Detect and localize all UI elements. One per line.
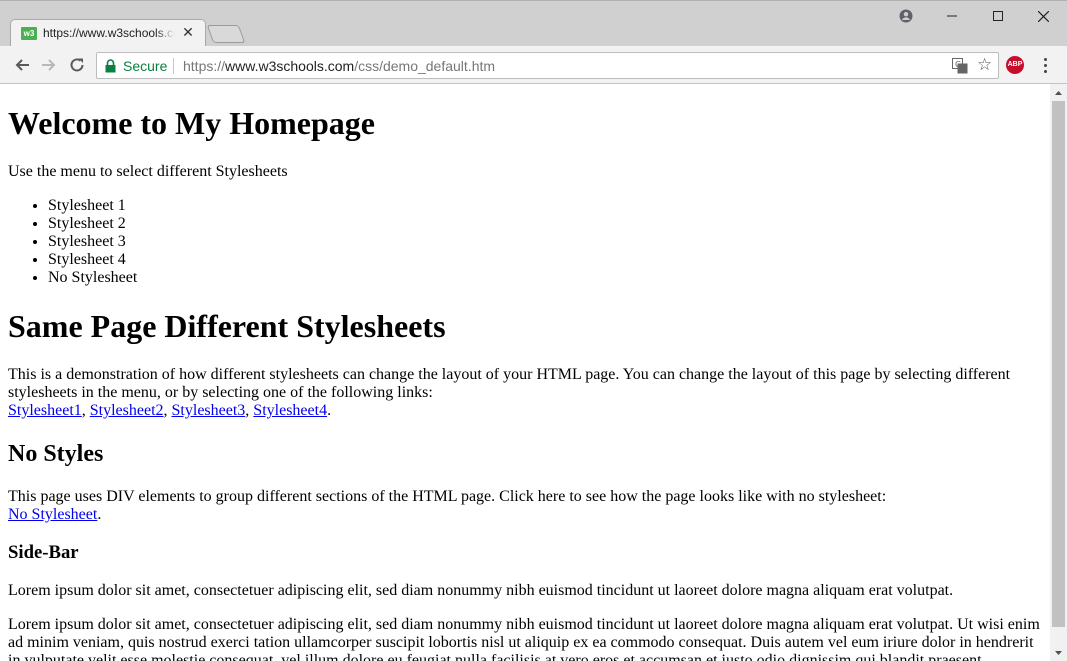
window-close-icon[interactable]: [1021, 3, 1065, 29]
period: .: [97, 506, 102, 523]
back-arrow-icon[interactable]: [12, 55, 32, 75]
translate-icon[interactable]: G: [952, 58, 968, 79]
secure-label: Secure: [123, 58, 168, 74]
browser-toolbar: Secure https://www.w3schools.com/css/dem…: [0, 46, 1067, 84]
page-title: Welcome to My Homepage: [8, 105, 375, 141]
lock-icon: [105, 59, 116, 78]
period: .: [327, 402, 332, 419]
menu-item-stylesheet-4[interactable]: Stylesheet 4: [48, 251, 1042, 269]
browser-tab[interactable]: w3 https://www.w3schools.co ✕: [10, 19, 206, 47]
link-stylesheet2[interactable]: Stylesheet2: [90, 402, 164, 419]
lorem-paragraph-1: Lorem ipsum dolor sit amet, consectetuer…: [8, 582, 954, 599]
minimize-icon[interactable]: [930, 3, 974, 29]
demo-paragraph: This is a demonstration of how different…: [8, 366, 1042, 420]
new-tab-button[interactable]: [206, 25, 246, 43]
link-separator: ,: [81, 402, 90, 419]
demo-text: This is a demonstration of how different…: [8, 366, 1011, 401]
adblock-plus-icon[interactable]: ABP: [1006, 56, 1024, 74]
tab-title: https://www.w3schools.co: [43, 26, 175, 40]
profile-icon[interactable]: [884, 3, 928, 29]
scroll-down-arrow-icon[interactable]: [1050, 644, 1067, 661]
w3schools-favicon-icon: w3: [21, 27, 37, 40]
link-stylesheet3[interactable]: Stylesheet3: [172, 402, 246, 419]
menu-item-no-stylesheet[interactable]: No Stylesheet: [48, 269, 1042, 287]
page-viewport: Welcome to My Homepage Use the menu to s…: [0, 84, 1050, 661]
sidebar-heading: Side-Bar: [8, 542, 79, 563]
maximize-icon[interactable]: [976, 3, 1020, 29]
menu-item-stylesheet-3[interactable]: Stylesheet 3: [48, 233, 1042, 251]
intro-text: Use the menu to select different Stylesh…: [8, 163, 288, 180]
no-styles-paragraph: This page uses DIV elements to group dif…: [8, 488, 1042, 524]
omnibox-divider: [173, 58, 174, 74]
scrollbar-thumb[interactable]: [1052, 101, 1065, 627]
svg-text:G: G: [955, 60, 961, 69]
link-separator: ,: [163, 402, 172, 419]
url-text[interactable]: https://www.w3schools.com/css/demo_defau…: [183, 58, 495, 74]
stylesheet-menu: Stylesheet 1 Stylesheet 2 Stylesheet 3 S…: [8, 197, 1042, 287]
reload-icon[interactable]: [67, 55, 87, 75]
tab-close-icon[interactable]: ✕: [181, 24, 195, 40]
bookmark-star-icon[interactable]: ☆: [977, 56, 992, 74]
browser-menu-icon[interactable]: [1036, 56, 1054, 74]
tab-strip: w3 https://www.w3schools.co ✕: [0, 0, 1067, 47]
page-scrollbar[interactable]: [1050, 84, 1067, 661]
link-stylesheet4[interactable]: Stylesheet4: [253, 402, 327, 419]
lorem-paragraph-2: Lorem ipsum dolor sit amet, consectetuer…: [8, 616, 1040, 661]
forward-arrow-icon[interactable]: [39, 55, 59, 75]
page-content: Welcome to My Homepage Use the menu to s…: [0, 105, 1050, 661]
no-styles-text: This page uses DIV elements to group dif…: [8, 488, 887, 505]
url-scheme: https://: [183, 58, 226, 74]
link-no-stylesheet[interactable]: No Stylesheet: [8, 506, 97, 523]
no-styles-heading: No Styles: [8, 441, 104, 467]
url-host: www.w3schools.com: [225, 58, 355, 74]
scroll-up-arrow-icon[interactable]: [1050, 84, 1067, 101]
section-heading: Same Page Different Stylesheets: [8, 308, 446, 344]
menu-item-stylesheet-1[interactable]: Stylesheet 1: [48, 197, 1042, 215]
address-bar[interactable]: Secure https://www.w3schools.com/css/dem…: [96, 52, 999, 79]
menu-item-stylesheet-2[interactable]: Stylesheet 2: [48, 215, 1042, 233]
link-stylesheet1[interactable]: Stylesheet1: [8, 402, 82, 419]
url-path: /css/demo_default.htm: [354, 58, 496, 74]
